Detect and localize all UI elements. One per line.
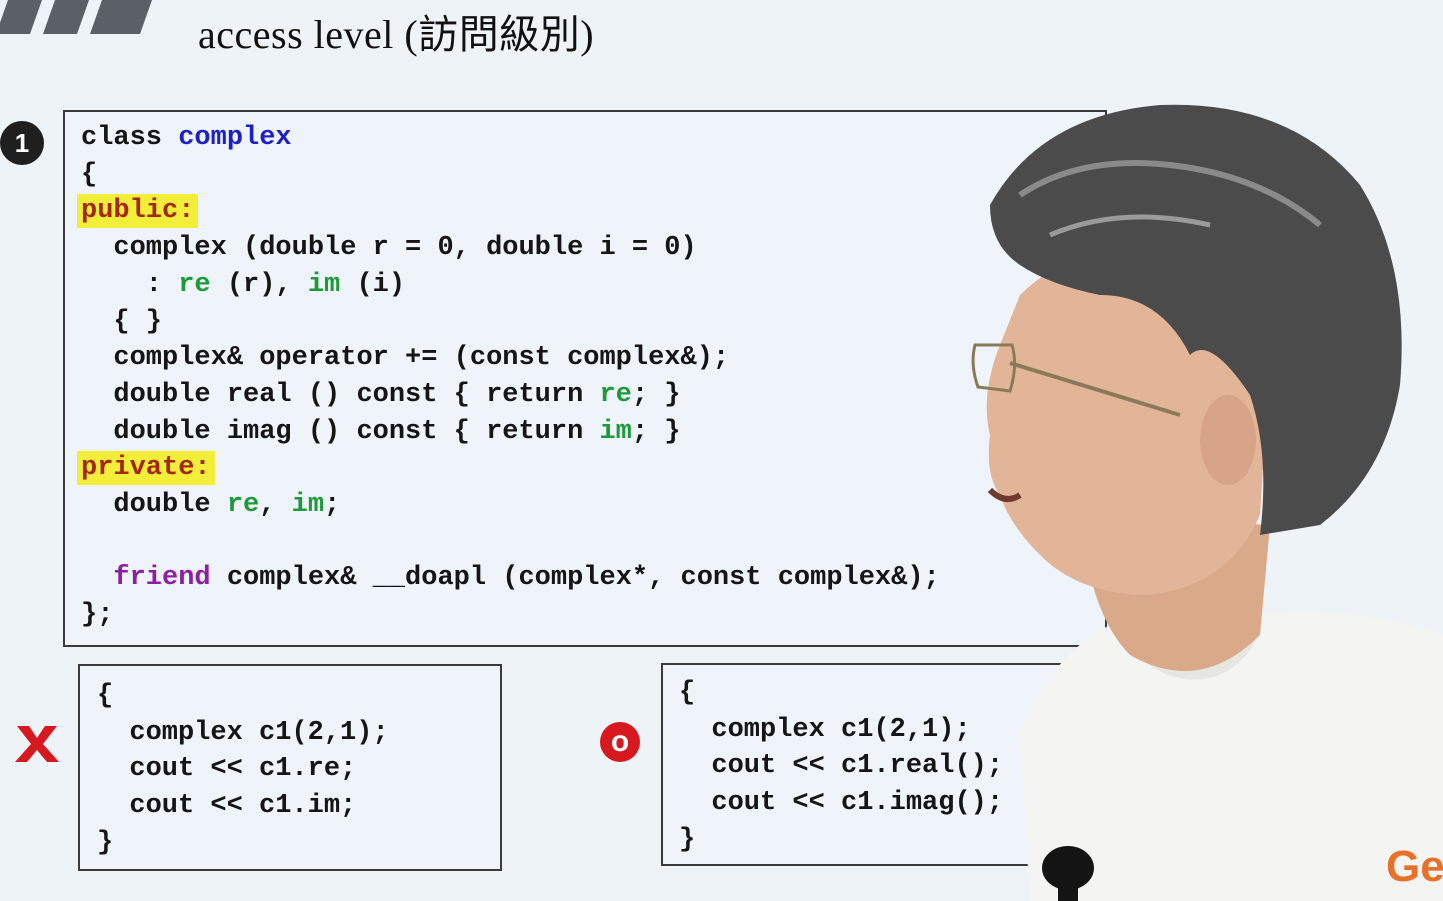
step-number-badge: 1 <box>0 121 44 165</box>
code-line: complex c1(2,1); <box>97 717 389 748</box>
presenter-video-overlay <box>971 104 1443 901</box>
code-line: } <box>97 827 114 858</box>
wrong-mark-icon <box>15 726 59 762</box>
brand-logo-fragment: Ge <box>1386 842 1443 891</box>
code-line: cout << c1.im; <box>97 791 357 822</box>
code-line: cout << c1.re; <box>97 754 357 785</box>
header-stripes <box>0 0 152 34</box>
correct-mark-icon: Oo <box>600 722 640 762</box>
member-im: im <box>291 490 325 521</box>
member-im: im <box>307 269 341 300</box>
member-im: im <box>599 416 632 447</box>
invalid-access-example-code: { complex c1(2,1); cout << c1.re; cout <… <box>97 678 389 862</box>
code-text: complex (double r = 0, double i = 0) <box>81 233 697 264</box>
code-text: class <box>81 123 179 153</box>
code-text: complex& __doapl (complex*, const comple… <box>210 563 940 594</box>
member-re: re <box>226 490 260 521</box>
code-text: complex& operator += (const complex&); <box>81 343 730 374</box>
code-line: { <box>97 681 114 711</box>
code-text: (i) <box>340 269 406 300</box>
code-line: complex c1(2,1); <box>679 714 971 745</box>
code-text: { } <box>81 306 163 337</box>
class-definition-code: class complex { public: complex (double … <box>77 120 940 634</box>
code-text: ; <box>324 490 341 521</box>
member-re: re <box>599 379 632 410</box>
slide-title: access level (訪問級別) <box>198 12 595 57</box>
code-text: double real () const { return <box>81 379 600 410</box>
invalid-access-example-box: { complex c1(2,1); cout << c1.re; cout <… <box>78 664 502 871</box>
class-name: complex <box>178 123 292 153</box>
code-text: }; <box>81 600 114 631</box>
code-text: ; } <box>631 416 681 447</box>
code-text: double imag () const { return <box>81 416 600 447</box>
code-text: : <box>81 269 179 300</box>
code-text: ; } <box>631 379 681 410</box>
class-definition-box: class complex { public: complex (double … <box>63 110 1107 647</box>
valid-access-example-code: { complex c1(2,1); cout << c1.real(); co… <box>679 675 1003 859</box>
code-line: } <box>679 824 696 855</box>
code-text: (r), <box>210 269 308 300</box>
member-re: re <box>178 269 211 300</box>
code-text: { <box>81 159 98 190</box>
access-specifier-public: public: <box>77 194 199 229</box>
code-line: cout << c1.imag(); <box>679 788 1004 819</box>
code-text: , <box>259 490 292 521</box>
code-text: double <box>81 490 227 521</box>
code-line: { <box>679 678 696 708</box>
friend-keyword: friend <box>113 563 211 594</box>
code-line: cout << c1.real(); <box>679 751 1004 782</box>
access-specifier-private: private: <box>77 451 215 486</box>
